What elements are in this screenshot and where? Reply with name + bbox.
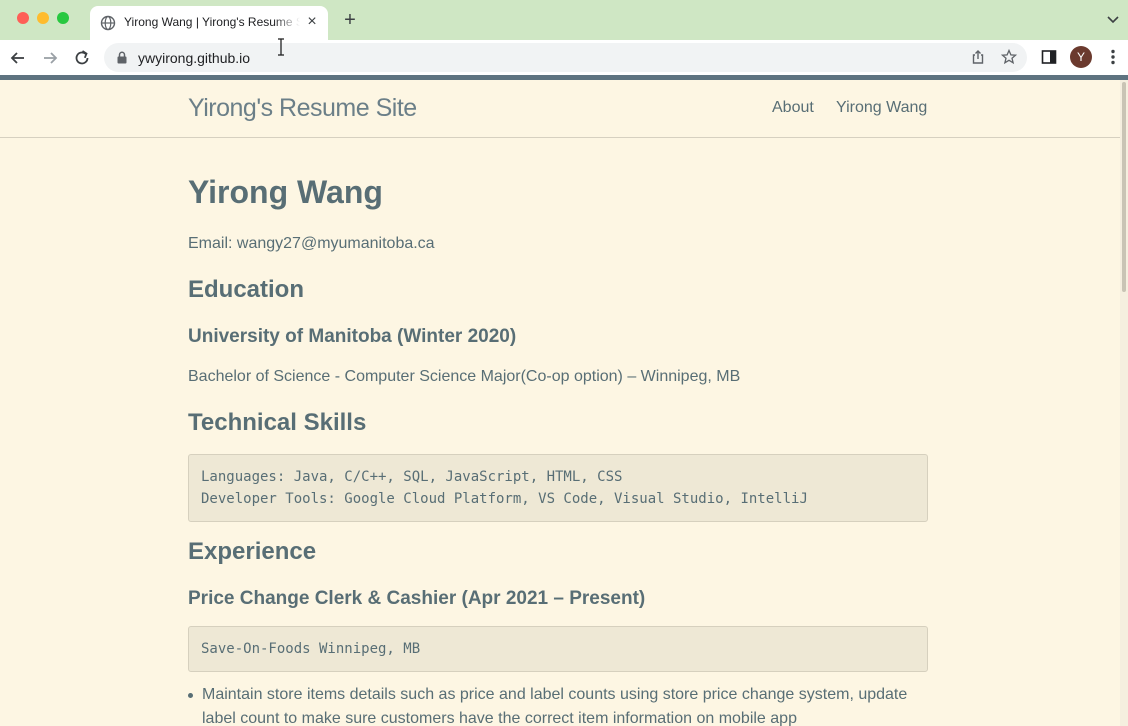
skills-heading: Technical Skills [188,409,367,436]
globe-icon [100,15,116,31]
address-bar[interactable]: ywyirong.github.io [104,43,1027,72]
job-employer-block: Save-On-Foods Winnipeg, MB [188,626,928,672]
avatar[interactable]: Y [1070,46,1092,68]
forward-icon[interactable] [40,48,60,68]
text-cursor-icon [278,38,284,56]
scrollbar[interactable] [1120,80,1128,726]
tab-close-icon[interactable]: × [304,14,320,30]
page-viewport: Yirong's Resume Site About Yirong Wang Y… [0,80,1120,726]
window-maximize-button[interactable] [57,12,69,24]
url-text[interactable]: ywyirong.github.io [138,50,250,66]
job-title: Price Change Clerk & Cashier (Apr 2021 –… [188,588,646,609]
lock-icon[interactable] [116,51,128,64]
degree-text: Bachelor of Science - Computer Science M… [188,368,741,385]
job-bullet-text: Maintain store items details such as pri… [202,686,908,726]
scrollbar-thumb[interactable] [1122,82,1126,292]
nav-link-yirong-wang[interactable]: Yirong Wang [836,99,927,117]
experience-heading: Experience [188,538,317,565]
menu-icon[interactable] [1106,48,1120,66]
tab-strip: Yirong Wang | Yirong's Resume Site × + [0,0,1128,40]
browser-tab[interactable]: Yirong Wang | Yirong's Resume Site × [90,6,328,40]
back-icon[interactable] [8,48,28,68]
window-minimize-button[interactable] [37,12,49,24]
site-title[interactable]: Yirong's Resume Site [188,94,417,123]
page-title: Yirong Wang [188,174,383,210]
job-employer: Save-On-Foods Winnipeg, MB [201,641,421,657]
skills-code-block: Languages: Java, C/C++, SQL, JavaScript,… [188,454,928,522]
bullet-icon [188,693,193,698]
list-item: Maintain store items details such as pri… [188,683,912,726]
tab-title: Yirong Wang | Yirong's Resume Site [124,15,300,29]
school-heading: University of Manitoba (Winter 2020) [188,326,517,347]
nav-link-about[interactable]: About [772,99,814,117]
skills-languages: Languages: Java, C/C++, SQL, JavaScript,… [201,469,623,485]
share-icon[interactable] [970,49,986,65]
new-tab-button[interactable]: + [340,10,360,30]
window-close-button[interactable] [17,12,29,24]
education-heading: Education [188,276,305,303]
sidepanel-icon[interactable] [1041,49,1057,65]
skills-tools: Developer Tools: Google Cloud Platform, … [201,491,808,507]
star-icon[interactable] [1001,49,1017,65]
browser-toolbar: ywyirong.github.io [0,40,1128,76]
email-line: Email: wangy27@myumanitoba.ca [188,235,435,252]
site-header: Yirong's Resume Site About Yirong Wang [0,80,1120,138]
chevron-down-icon[interactable] [1106,13,1120,27]
reload-icon[interactable] [72,48,92,68]
